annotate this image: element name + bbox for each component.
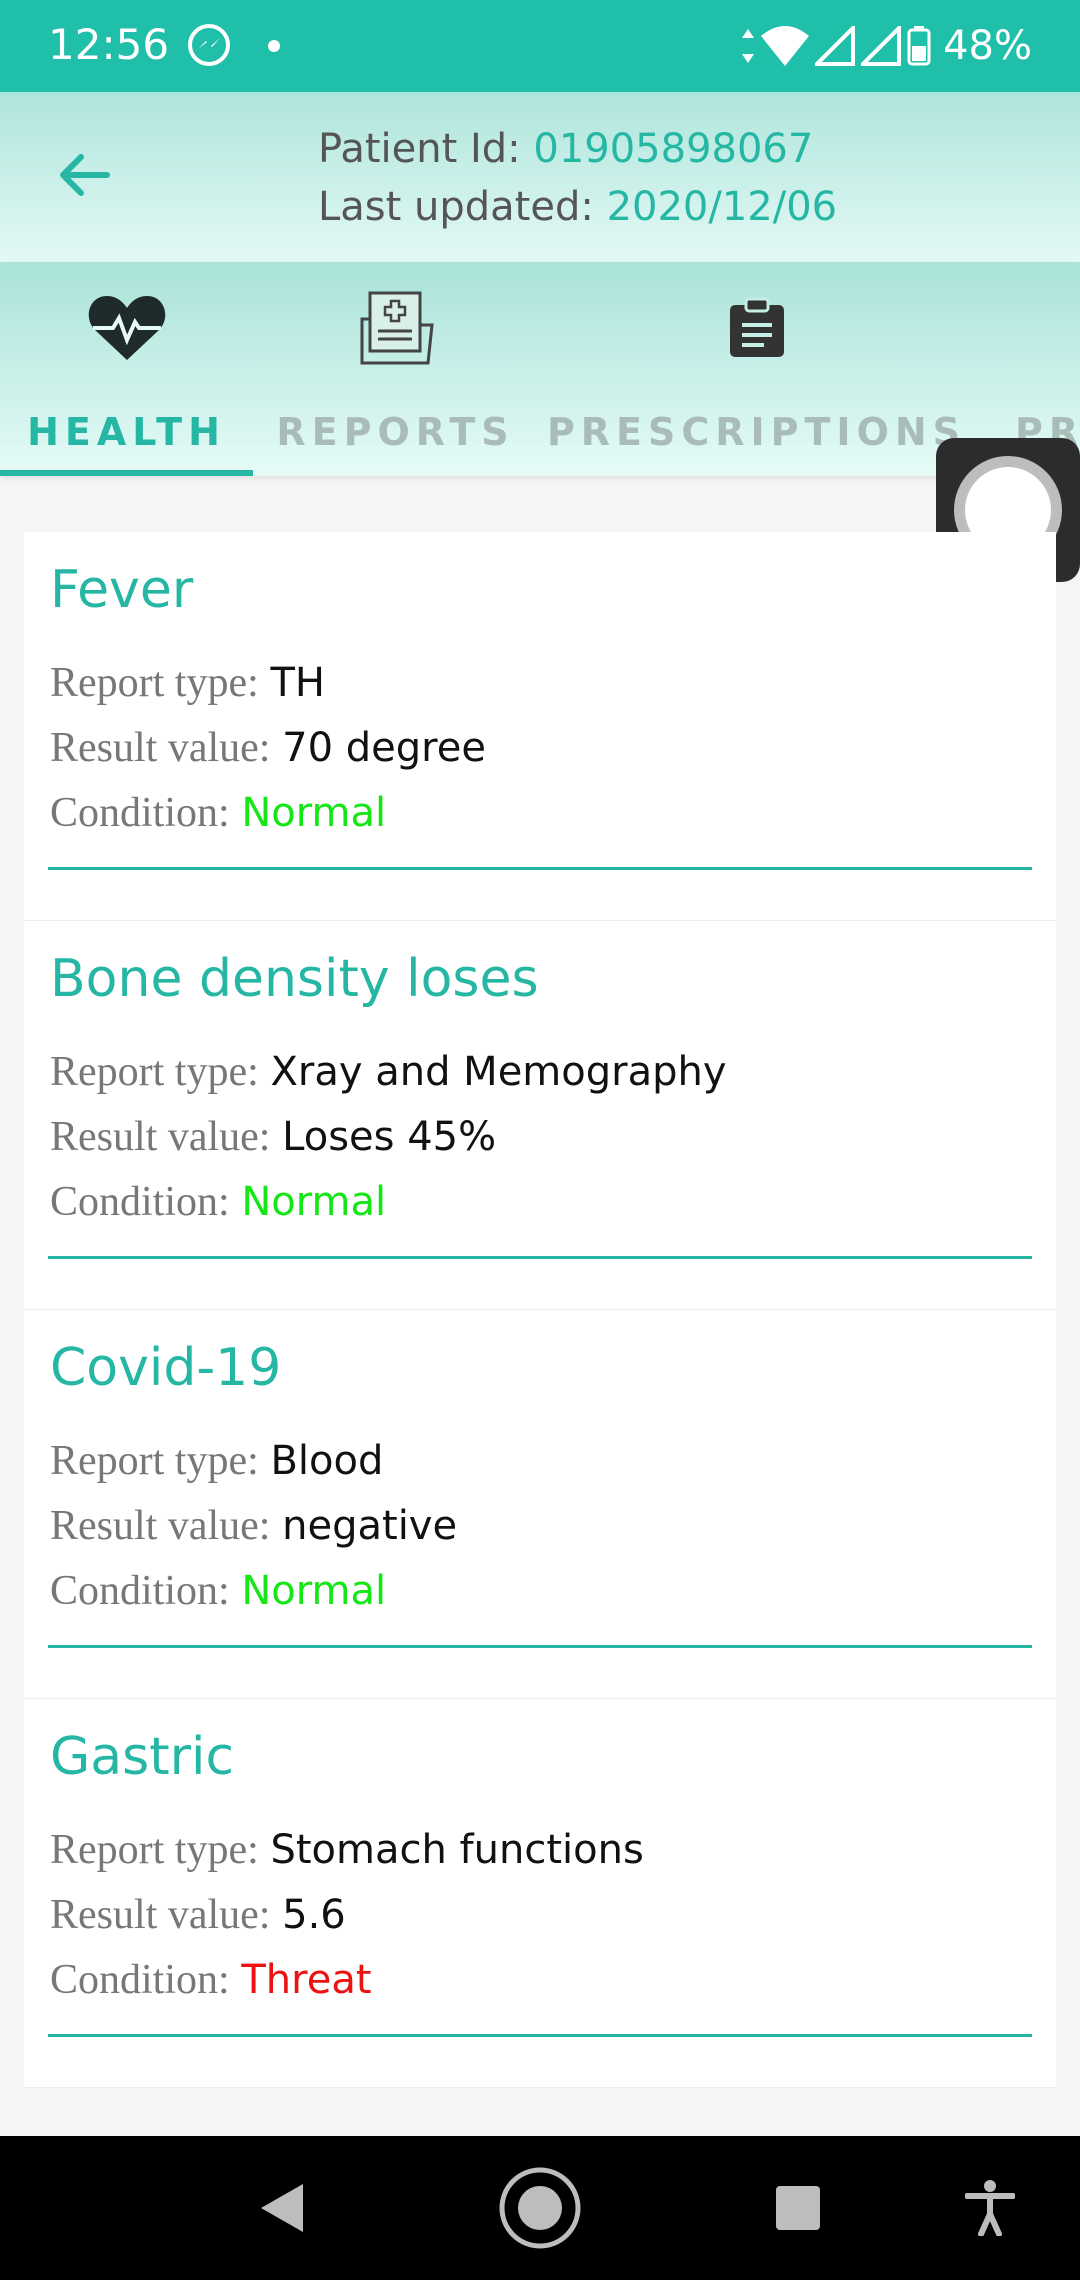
report-type-row: Report type: Blood xyxy=(50,1436,383,1485)
last-updated: Last updated: 2020/12/06 xyxy=(318,184,837,230)
condition-value: Normal xyxy=(241,1179,387,1225)
result-value-row: Result value: Loses 45% xyxy=(50,1112,496,1161)
result-value-label: Result value: xyxy=(50,1892,271,1938)
record-card[interactable]: Covid-19 Report type: Blood Result value… xyxy=(24,1310,1056,1699)
nav-home-button[interactable] xyxy=(498,2166,582,2250)
result-value-row: Result value: negative xyxy=(50,1501,457,1550)
report-type-value: Xray and Memography xyxy=(270,1049,727,1095)
health-records-list: Fever Report type: TH Result value: 70 d… xyxy=(24,532,1056,2088)
wifi-icon xyxy=(761,26,810,66)
condition-label: Condition: xyxy=(50,1568,230,1614)
record-title: Gastric xyxy=(50,1727,235,1787)
result-value: 5.6 xyxy=(282,1892,346,1938)
condition-label: Condition: xyxy=(50,1957,230,2003)
result-value: Loses 45% xyxy=(282,1114,497,1160)
condition-value: Threat xyxy=(241,1957,372,2003)
medical-folder-icon xyxy=(351,288,441,368)
tab-bar: HEALTH REPORTS PRESCRIPTIONS PR xyxy=(0,262,1080,476)
notification-dot xyxy=(268,40,280,52)
tab-label: PRESCRIPTIONS xyxy=(546,410,967,454)
record-card[interactable]: Gastric Report type: Stomach functions R… xyxy=(24,1699,1056,2088)
report-type-value: Blood xyxy=(270,1438,384,1484)
condition-label: Condition: xyxy=(50,790,230,836)
condition-value: Normal xyxy=(241,1568,387,1614)
report-type-label: Report type: xyxy=(50,1827,259,1873)
tab-prescriptions[interactable]: PRESCRIPTIONS xyxy=(538,262,975,476)
nav-recents-button[interactable] xyxy=(756,2166,840,2250)
accessibility-icon xyxy=(965,2180,1015,2236)
arrow-left-icon xyxy=(60,154,110,196)
home-circle-icon xyxy=(499,2167,581,2249)
report-type-row: Report type: Xray and Memography xyxy=(50,1047,727,1096)
tab-label: HEALTH xyxy=(27,410,226,454)
tab-label: REPORTS xyxy=(276,410,515,454)
report-type-row: Report type: Stomach functions xyxy=(50,1825,644,1874)
last-updated-label: Last updated: xyxy=(318,184,594,230)
condition-label: Condition: xyxy=(50,1179,230,1225)
status-bar: 12:56 48% xyxy=(0,0,1080,92)
report-type-label: Report type: xyxy=(50,1049,259,1095)
report-type-value: Stomach functions xyxy=(270,1827,644,1873)
record-card[interactable]: Fever Report type: TH Result value: 70 d… xyxy=(24,532,1056,921)
card-divider xyxy=(48,867,1032,870)
record-title: Bone density loses xyxy=(50,949,539,1009)
result-value: 70 degree xyxy=(282,725,486,771)
data-arrows-icon xyxy=(742,29,755,63)
signal-icon xyxy=(861,26,902,66)
card-divider xyxy=(48,2034,1032,2037)
status-icons: 48% xyxy=(741,20,1032,72)
result-value-label: Result value: xyxy=(50,725,271,771)
battery-icon xyxy=(907,26,931,66)
condition-row: Condition: Normal xyxy=(50,788,386,837)
condition-value: Normal xyxy=(241,790,387,836)
card-divider xyxy=(48,1645,1032,1648)
record-card[interactable]: Bone density loses Report type: Xray and… xyxy=(24,921,1056,1310)
signal-icon xyxy=(815,26,856,66)
back-button[interactable] xyxy=(50,142,116,208)
result-value-label: Result value: xyxy=(50,1114,271,1160)
heartbeat-icon xyxy=(82,288,172,368)
report-type-value: TH xyxy=(270,660,325,706)
record-title: Covid-19 xyxy=(50,1338,282,1398)
recents-square-icon xyxy=(776,2186,820,2230)
report-type-row: Report type: TH xyxy=(50,658,325,707)
report-type-label: Report type: xyxy=(50,660,259,706)
condition-row: Condition: Threat xyxy=(50,1955,372,2004)
result-value-row: Result value: 5.6 xyxy=(50,1890,346,1939)
condition-row: Condition: Normal xyxy=(50,1177,386,1226)
back-triangle-icon xyxy=(261,2184,303,2232)
nav-accessibility-button[interactable] xyxy=(948,2166,1032,2250)
card-divider xyxy=(48,1256,1032,1259)
status-time: 12:56 xyxy=(48,20,170,69)
patient-id: Patient Id: 01905898067 xyxy=(318,126,813,172)
patient-header: Patient Id: 01905898067 Last updated: 20… xyxy=(0,92,1080,262)
result-value-label: Result value: xyxy=(50,1503,271,1549)
tab-reports[interactable]: REPORTS xyxy=(253,262,538,476)
result-value-row: Result value: 70 degree xyxy=(50,723,486,772)
tab-health[interactable]: HEALTH xyxy=(0,262,253,476)
clipboard-icon xyxy=(712,288,802,368)
system-nav-bar xyxy=(0,2136,1080,2280)
report-type-label: Report type: xyxy=(50,1438,259,1484)
result-value: negative xyxy=(282,1503,458,1549)
patient-id-value: 01905898067 xyxy=(533,126,814,172)
tab-indicator xyxy=(0,470,253,476)
battery-percent: 48% xyxy=(943,23,1032,69)
messenger-icon xyxy=(188,24,230,66)
patient-id-label: Patient Id: xyxy=(318,126,521,172)
condition-row: Condition: Normal xyxy=(50,1566,386,1615)
nav-back-button[interactable] xyxy=(240,2166,324,2250)
last-updated-value: 2020/12/06 xyxy=(606,184,838,230)
record-title: Fever xyxy=(50,560,194,620)
